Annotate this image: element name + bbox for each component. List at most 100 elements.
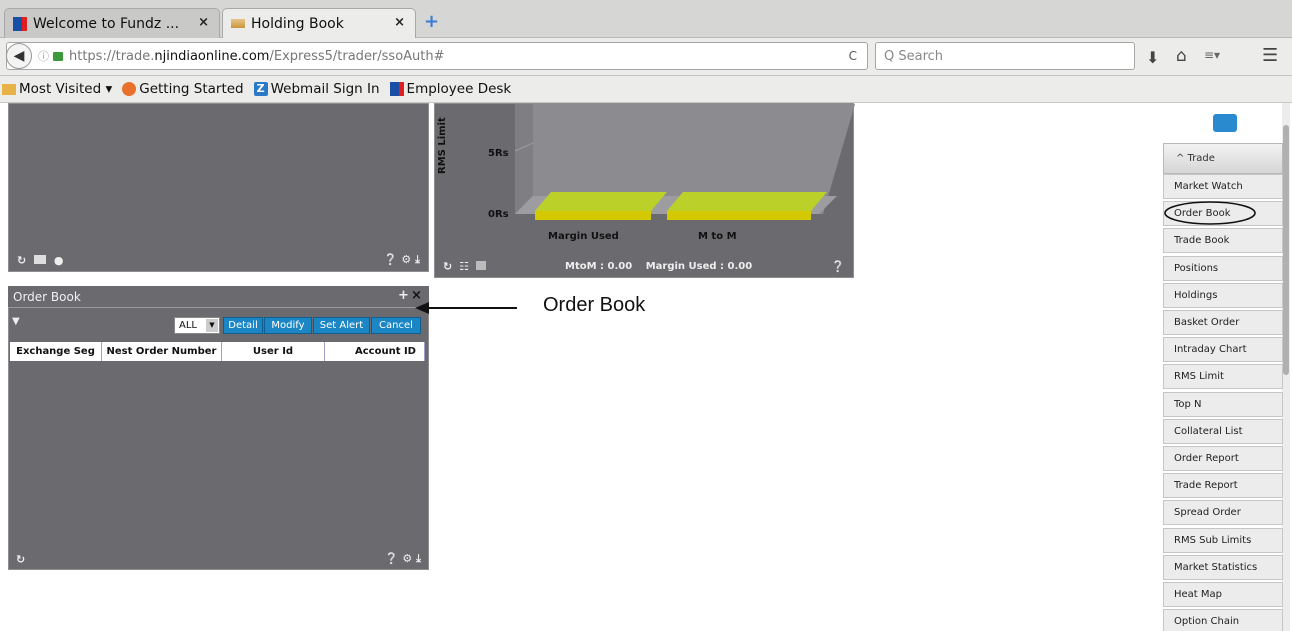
refresh-icon[interactable]: ↻ xyxy=(443,260,452,273)
add-icon[interactable]: + xyxy=(398,288,409,303)
order-book-title: Order Book xyxy=(8,286,429,308)
download-icon[interactable]: ⬇ xyxy=(1146,48,1159,67)
cancel-button[interactable]: Cancel xyxy=(371,317,421,334)
bookmark-label: Getting Started xyxy=(139,81,244,97)
order-book-right-tools: ❔ ⚙ ⤓ xyxy=(385,552,421,566)
list-icon[interactable] xyxy=(34,254,47,264)
menu-icon[interactable]: ☰ xyxy=(1262,45,1278,66)
lock-icon xyxy=(53,51,63,61)
url-prefix: https://trade. xyxy=(69,48,155,64)
menu-item-top-n[interactable]: Top N xyxy=(1163,391,1283,417)
chart-side-wall xyxy=(515,104,533,214)
search-input[interactable]: Q Search xyxy=(875,42,1135,70)
bar-m-to-m-front xyxy=(667,211,811,220)
help-icon[interactable]: ❔ xyxy=(385,552,399,565)
order-book-footer: ↻ ❔ ⚙ ⤓ xyxy=(8,548,429,570)
rms-limit-chart-panel: RMS Limit 5Rs 0Rs Margin Used M to M ↻ ☷… xyxy=(434,103,855,278)
scrollbar-thumb[interactable] xyxy=(1283,125,1289,375)
bookmark-label: Webmail Sign In xyxy=(270,81,380,97)
menu-item-trade-book[interactable]: Trade Book xyxy=(1163,228,1283,254)
menu-item-order-report[interactable]: Order Report xyxy=(1163,446,1283,471)
menu-item-collateral-list[interactable]: Collateral List xyxy=(1163,418,1283,444)
filter-icon[interactable]: ▼ xyxy=(12,316,20,327)
download-icon[interactable]: ⤓ xyxy=(415,253,420,266)
chart-footer: ↻ ☷ MtoM : 0.00 Margin Used : 0.00 ❔ xyxy=(435,255,853,277)
detail-button[interactable]: Detail xyxy=(223,317,263,334)
url-bar[interactable]: ◀ ⓘ https://trade. njindiaonline.com/Expr… xyxy=(6,42,868,70)
segment-filter-select[interactable]: ALL ▼ xyxy=(174,317,220,334)
panel-right-tools: ❔ ⚙ ⤓ xyxy=(384,253,420,267)
close-tab-icon[interactable]: × xyxy=(198,15,209,30)
modify-button[interactable]: Modify xyxy=(264,317,312,334)
home-icon[interactable]: ⌂ xyxy=(1176,46,1187,66)
x-category-label: Margin Used xyxy=(548,231,619,242)
menu-item-basket-order[interactable]: Basket Order xyxy=(1163,310,1283,335)
app-icon[interactable] xyxy=(1213,114,1237,132)
set-alert-button[interactable]: Set Alert xyxy=(313,317,370,334)
annotation-label: Order Book xyxy=(543,294,646,316)
reload-icon[interactable]: C xyxy=(849,49,857,63)
y-tick-label: 5Rs xyxy=(488,148,509,159)
zimbra-icon: Z xyxy=(253,82,268,96)
column-header-exchange-seg[interactable]: Exchange Seg xyxy=(10,342,102,361)
menu-item-market-watch[interactable]: Market Watch xyxy=(1163,174,1283,199)
bookmark-webmail[interactable]: Z Webmail Sign In xyxy=(253,81,380,97)
extension-icon[interactable]: ≡▾ xyxy=(1204,48,1220,62)
palette-icon[interactable]: ● xyxy=(54,254,64,267)
url-domain: njindiaonline.com xyxy=(154,48,270,64)
bookmark-most-visited[interactable]: Most Visited ▾ xyxy=(0,81,112,97)
help-icon[interactable]: ❔ xyxy=(831,260,845,273)
menu-item-holdings[interactable]: Holdings xyxy=(1163,282,1283,308)
rms-chart xyxy=(514,104,855,220)
back-icon[interactable]: ◀ xyxy=(6,43,32,69)
menu-item-heat-map[interactable]: Heat Map xyxy=(1163,582,1283,607)
new-tab-icon[interactable]: + xyxy=(424,11,439,32)
table-icon[interactable]: ☷ xyxy=(459,260,469,273)
chart-summary: MtoM : 0.00 Margin Used : 0.00 xyxy=(565,261,752,272)
url-path: /Express5/trader/ssoAuth# xyxy=(269,48,445,64)
bookmark-employee-desk[interactable]: Employee Desk xyxy=(389,81,511,97)
menu-item-rms-sub-limits[interactable]: RMS Sub Limits xyxy=(1163,527,1283,553)
order-book-highlight-ellipse xyxy=(1164,201,1256,225)
help-icon[interactable]: ❔ xyxy=(384,253,398,266)
close-tab-icon[interactable]: × xyxy=(394,15,405,30)
market-panel: ↻ ● ❔ ⚙ ⤓ xyxy=(8,103,429,272)
column-header-account-id[interactable]: Account ID xyxy=(325,342,425,361)
menu-item-market-statistics[interactable]: Market Statistics xyxy=(1163,554,1283,580)
menu-item-intraday-chart[interactable]: Intraday Chart xyxy=(1163,337,1283,363)
tab-holding-book[interactable]: Holding Book × xyxy=(222,8,416,38)
page-favicon-icon xyxy=(231,19,245,28)
tab-welcome[interactable]: Welcome to Fundz ... × xyxy=(4,8,220,38)
trade-menu-header[interactable]: ^ Trade xyxy=(1163,143,1283,174)
bar-margin-used-top xyxy=(535,192,667,211)
menu-item-rms-limit[interactable]: RMS Limit xyxy=(1163,364,1283,390)
chevron-down-icon: ▼ xyxy=(206,319,218,332)
chart-icon[interactable] xyxy=(475,260,486,270)
menu-item-spread-order[interactable]: Spread Order xyxy=(1163,500,1283,526)
nj-favicon-icon xyxy=(13,16,27,31)
panel-left-tools: ↻ ● xyxy=(17,254,64,267)
menu-item-trade-report[interactable]: Trade Report xyxy=(1163,473,1283,499)
menu-item-positions[interactable]: Positions xyxy=(1163,255,1283,281)
column-header-user-id[interactable]: User Id xyxy=(222,342,325,361)
download-icon[interactable]: ⤓ xyxy=(416,552,421,565)
refresh-icon[interactable]: ↻ xyxy=(16,553,25,566)
bookmark-label: Most Visited ▾ xyxy=(19,81,113,97)
bookmarks-bar: Most Visited ▾ Getting Started Z Webmail … xyxy=(0,76,1292,103)
bookmark-getting-started[interactable]: Getting Started xyxy=(122,81,244,97)
tab-label: Welcome to Fundz ... xyxy=(33,15,180,32)
column-header-nest-order-number[interactable]: Nest Order Number xyxy=(102,342,222,361)
refresh-icon[interactable]: ↻ xyxy=(17,254,26,267)
bar-margin-used-front xyxy=(535,211,651,220)
mtom-value: 0.00 xyxy=(607,260,633,272)
info-icon[interactable]: ⓘ xyxy=(38,48,49,64)
tab-label: Holding Book xyxy=(251,15,344,32)
firefox-icon xyxy=(122,82,137,96)
settings-icon[interactable]: ⚙ xyxy=(401,253,411,266)
settings-icon[interactable]: ⚙ xyxy=(402,552,412,565)
filter-value: ALL xyxy=(179,320,197,331)
menu-item-option-chain[interactable]: Option Chain xyxy=(1163,609,1283,631)
mtom-label: MtoM : xyxy=(565,260,605,272)
x-category-label: M to M xyxy=(698,231,737,242)
margin-used-label: Margin Used : xyxy=(645,260,725,272)
